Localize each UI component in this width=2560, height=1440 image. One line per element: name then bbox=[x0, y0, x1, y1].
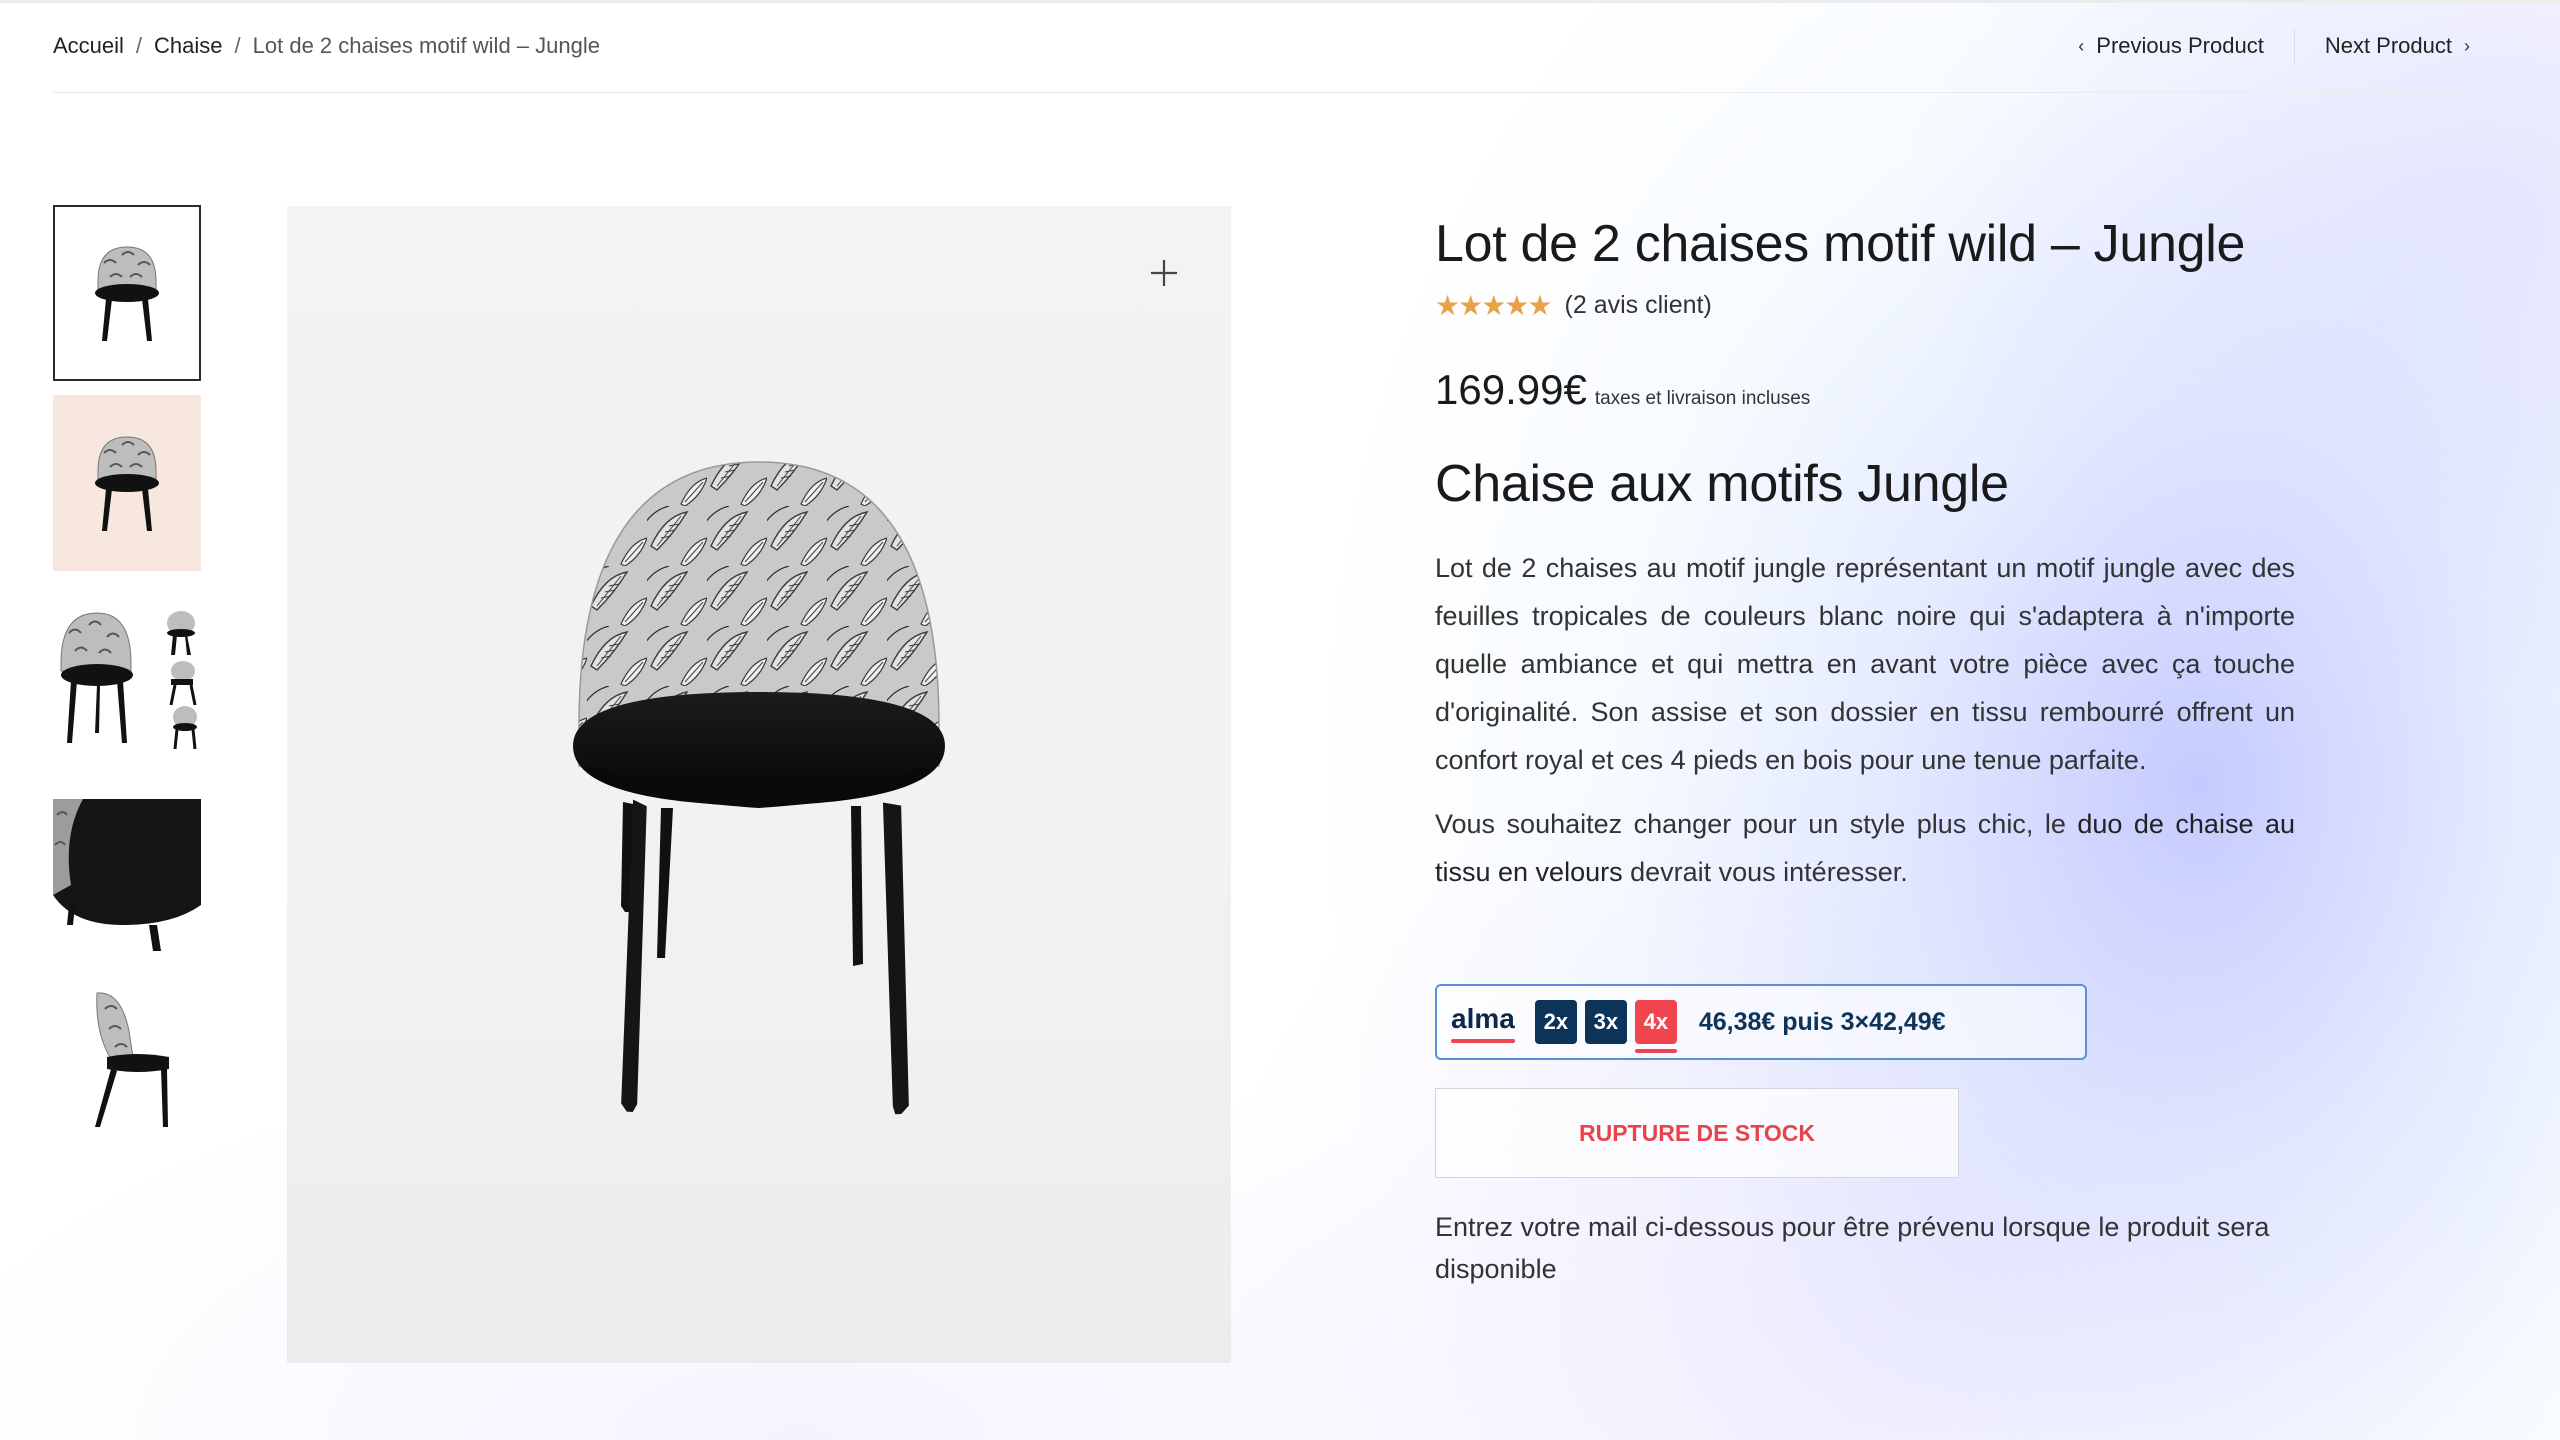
product-info: Lot de 2 chaises motif wild – Jungle ★★★… bbox=[1435, 205, 2295, 1290]
chair-side-image bbox=[95, 992, 169, 1127]
product-price: 169.99€ bbox=[1435, 366, 1587, 413]
out-of-stock-button[interactable]: RUPTURE DE STOCK bbox=[1435, 1088, 1959, 1178]
thumbnail-side-view[interactable] bbox=[53, 965, 201, 1141]
breadcrumb-home[interactable]: Accueil bbox=[53, 33, 124, 59]
thumbnail-seat-detail[interactable] bbox=[53, 775, 201, 951]
alma-option-4x[interactable]: 4x bbox=[1634, 1000, 1677, 1053]
main-product-image[interactable] bbox=[287, 206, 1231, 1363]
product-rating[interactable]: ★★★★★ (2 avis client) bbox=[1435, 289, 2295, 322]
description-paragraph: Lot de 2 chaises au motif jungle représe… bbox=[1435, 553, 2295, 775]
alma-logo: alma bbox=[1451, 1003, 1515, 1043]
breadcrumb-category[interactable]: Chaise bbox=[154, 33, 222, 59]
description-text: devrait vous intéresser. bbox=[1622, 857, 1908, 887]
thumbnail-list bbox=[53, 205, 205, 1155]
review-count[interactable]: (2 avis client) bbox=[1565, 291, 1712, 320]
chevron-right-icon: › bbox=[2464, 35, 2470, 56]
alma-option-3x[interactable]: 3x bbox=[1584, 1000, 1627, 1044]
chair-multi-angle-image bbox=[60, 611, 197, 750]
chair-front-peach-image bbox=[95, 436, 159, 531]
stock-notify-text: Entrez votre mail ci-dessous pour être p… bbox=[1435, 1212, 2270, 1284]
chair-seat-detail-image bbox=[53, 775, 201, 951]
description-text: Vous souhaitez changer pour un style plu… bbox=[1435, 809, 2078, 839]
chevron-left-icon: ‹ bbox=[2078, 35, 2085, 56]
alma-option-2x[interactable]: 2x bbox=[1534, 1000, 1577, 1044]
product-navigation: ‹ Previous Product Next Product › bbox=[2078, 29, 2470, 63]
top-border bbox=[0, 0, 2560, 3]
breadcrumb: Accueil / Chaise / Lot de 2 chaises moti… bbox=[53, 30, 600, 62]
product-subtitle: Chaise aux motifs Jungle bbox=[1435, 455, 2009, 513]
previous-product-link[interactable]: ‹ Previous Product bbox=[2078, 33, 2264, 59]
next-product-label: Next Product bbox=[2324, 33, 2452, 58]
alma-installment-text: 46,38€ puis 3×42,49€ bbox=[1698, 1007, 1946, 1036]
product-description: Lot de 2 chaises au motif jungle représe… bbox=[1435, 544, 2295, 896]
breadcrumb-current: Lot de 2 chaises motif wild – Jungle bbox=[252, 33, 600, 58]
product-title: Lot de 2 chaises motif wild – Jungle bbox=[1435, 215, 2246, 273]
breadcrumb-separator: / bbox=[135, 33, 143, 58]
breadcrumb-separator: / bbox=[234, 33, 241, 58]
nav-divider bbox=[2293, 29, 2295, 63]
thumbnail-multi-angle[interactable] bbox=[53, 585, 201, 761]
description-paragraph-2: Vous souhaitez changer pour un style plu… bbox=[1435, 800, 2295, 896]
chair-main-image bbox=[573, 461, 945, 1115]
chair-front-image bbox=[95, 246, 159, 341]
thumbnail-front-view-peach[interactable] bbox=[53, 395, 201, 571]
alma-payment-widget[interactable]: alma 2x 3x 4x 46,38€ puis 3×42,49€ bbox=[1435, 984, 2087, 1060]
next-product-link[interactable]: Next Product › bbox=[2325, 33, 2470, 59]
star-rating-icon: ★★★★★ bbox=[1435, 290, 1553, 321]
price-note: taxes et livraison incluses bbox=[1594, 388, 1811, 409]
previous-product-label: Previous Product bbox=[2096, 33, 2264, 58]
header-divider bbox=[53, 92, 2463, 93]
price-row: 169.99€ taxes et livraison incluses bbox=[1435, 366, 2295, 414]
thumbnail-front-view[interactable] bbox=[53, 205, 201, 381]
